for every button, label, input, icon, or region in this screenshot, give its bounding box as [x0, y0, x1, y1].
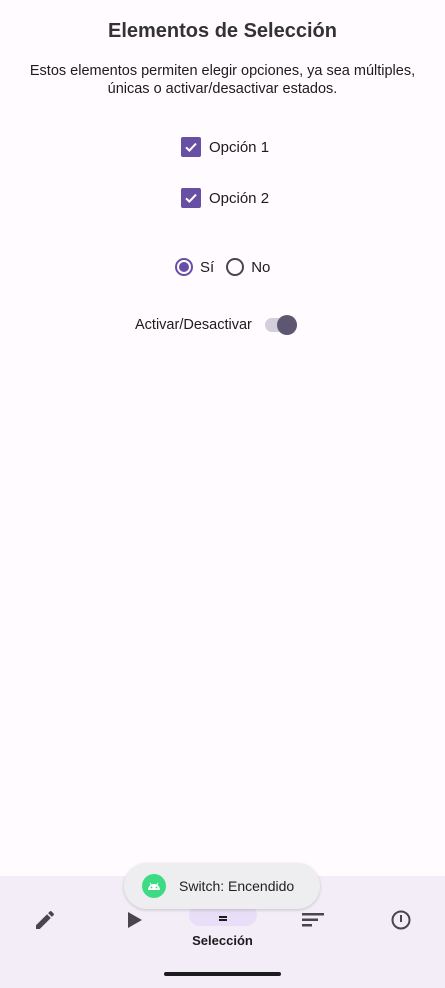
checkbox-label: Opción 2	[209, 189, 270, 207]
switch-thumb	[276, 315, 297, 335]
toast-text: Switch: Encendido	[179, 878, 295, 894]
checkbox-option-2[interactable]: Opción 2	[181, 187, 269, 209]
radio-no[interactable]: No	[226, 258, 270, 276]
nav-label: Selección	[192, 933, 253, 948]
play-icon	[122, 908, 146, 932]
nav-item-edit[interactable]	[0, 876, 89, 956]
checkbox-checked-icon[interactable]	[181, 188, 201, 208]
status-bar	[0, 0, 445, 18]
radio-label: Sí	[200, 258, 215, 276]
switch-label: Activar/Desactivar	[135, 317, 252, 333]
checkbox-label: Opción 1	[209, 138, 270, 156]
android-icon	[142, 874, 166, 898]
page-title: Elementos de Selección	[108, 20, 337, 42]
toggle-switch[interactable]	[264, 313, 300, 337]
page-description: Estos elementos permiten elegir opciones…	[29, 63, 416, 97]
home-indicator[interactable]	[164, 972, 281, 976]
sort-icon	[300, 908, 324, 932]
list-icon	[211, 908, 235, 932]
pencil-icon	[33, 908, 57, 932]
nav-item-info[interactable]	[356, 876, 445, 956]
toast-message: Switch: Encendido	[124, 863, 320, 909]
switch-row: Activar/Desactivar	[135, 313, 300, 337]
checkbox-checked-icon[interactable]	[181, 137, 201, 157]
info-icon	[389, 908, 413, 932]
radio-unselected-icon[interactable]	[226, 258, 245, 276]
radio-selected-icon[interactable]	[175, 258, 193, 276]
radio-label: No	[251, 258, 271, 276]
checkbox-option-1[interactable]: Opción 1	[181, 136, 269, 158]
radio-si[interactable]: Sí	[175, 258, 214, 276]
radio-group: Sí No	[175, 256, 270, 278]
